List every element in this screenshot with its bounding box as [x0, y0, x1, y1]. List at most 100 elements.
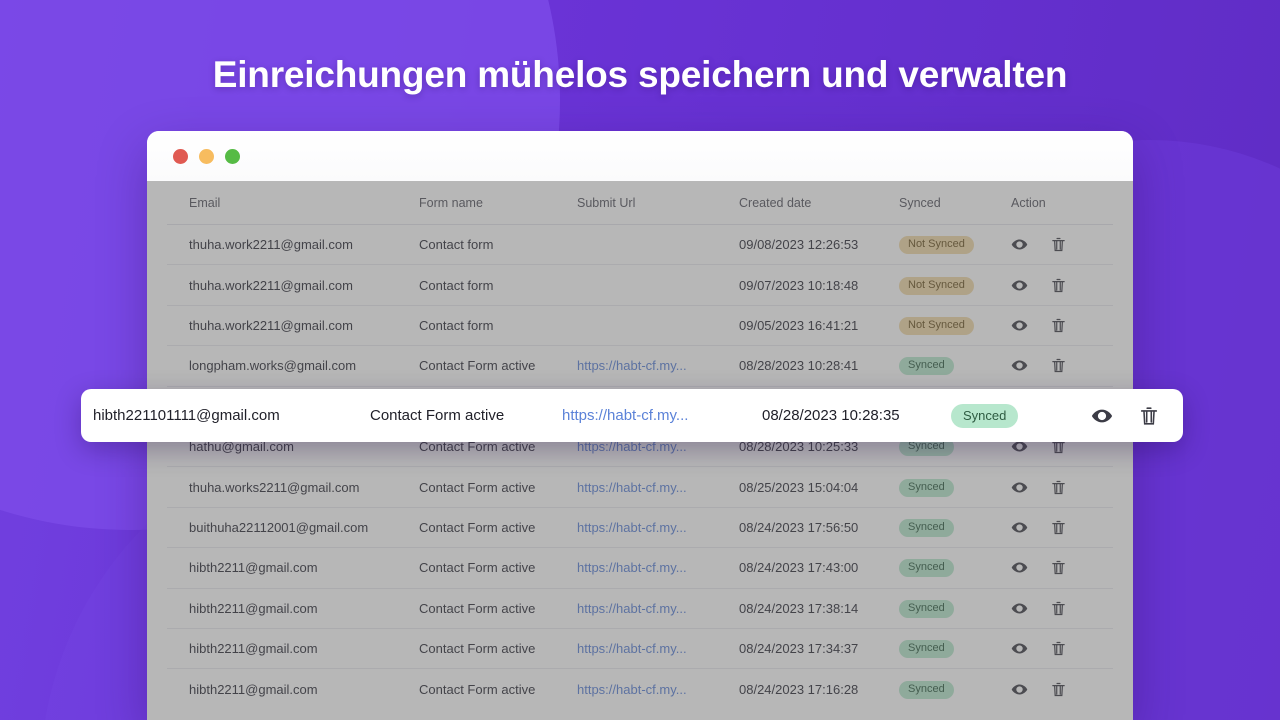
eye-icon[interactable] [1011, 600, 1028, 617]
row-submit-url[interactable]: https://habt-cf.my... [577, 358, 739, 373]
row-form-name: Contact form [419, 237, 494, 253]
row-sync-status: Synced [899, 356, 1011, 376]
row-sync-status: Not Synced [899, 316, 1011, 335]
row-sync-status: Synced [899, 518, 1011, 537]
column-header-submit-url: Submit Url [577, 195, 636, 210]
highlighted-row-form-name: Contact Form active [370, 407, 505, 424]
row-submit-url[interactable]: https://habt-cf.my... [577, 601, 739, 616]
row-form-name: Contact Form active [419, 641, 536, 657]
row-form-name: Contact Form active [419, 479, 536, 495]
maximize-window-dot[interactable] [225, 148, 240, 164]
table-row[interactable]: hibth2211@gmail.com Contact Form active ht… [167, 548, 1113, 589]
row-submit-url[interactable]: https://habt-cf.my... [577, 520, 739, 535]
status-badge: Synced [951, 403, 1019, 428]
row-email: hibth2211@gmail.com [189, 600, 318, 616]
close-window-dot[interactable] [173, 148, 188, 164]
status-badge: Synced [899, 478, 954, 497]
row-actions [1011, 640, 1111, 657]
table-row[interactable]: thuha.works2211@gmail.com Contact Form ac… [167, 467, 1113, 508]
eye-icon[interactable] [1011, 640, 1028, 657]
highlighted-row-submit-url[interactable]: https://habt-cf.my... [562, 407, 762, 424]
row-form-name: Contact form [419, 317, 494, 333]
row-email: buithuha22112001@gmail.com [189, 519, 369, 535]
row-email: hibth2211@gmail.com [189, 560, 318, 576]
trash-icon[interactable] [1050, 519, 1067, 536]
eye-icon[interactable] [1091, 405, 1113, 427]
eye-icon[interactable] [1011, 519, 1028, 536]
row-email: hibth2211@gmail.com [189, 681, 318, 697]
trash-icon[interactable] [1050, 317, 1067, 334]
trash-icon[interactable] [1050, 640, 1067, 657]
row-actions [1011, 277, 1111, 294]
row-form-name: Contact Form active [419, 358, 536, 374]
row-form-name: Contact Form active [419, 560, 536, 576]
trash-icon[interactable] [1138, 405, 1160, 427]
row-submit-url[interactable]: https://habt-cf.my... [577, 682, 739, 697]
trash-icon[interactable] [1050, 277, 1067, 294]
row-sync-status: Not Synced [899, 276, 1011, 295]
eye-icon[interactable] [1011, 236, 1028, 253]
column-header-synced: Synced [899, 195, 941, 210]
eye-icon[interactable] [1011, 559, 1028, 576]
eye-icon[interactable] [1011, 479, 1028, 496]
status-badge: Not Synced [899, 276, 974, 295]
row-form-name: Contact Form active [419, 681, 536, 697]
row-created-date: 08/28/2023 10:28:41 [739, 358, 859, 374]
status-badge: Synced [899, 559, 954, 578]
minimize-window-dot[interactable] [199, 148, 214, 164]
table-row[interactable]: hibth2211@gmail.com Contact Form active ht… [167, 589, 1113, 629]
row-actions [1011, 519, 1111, 536]
row-submit-url[interactable]: https://habt-cf.my... [577, 560, 739, 575]
trash-icon[interactable] [1050, 236, 1067, 253]
row-sync-status: Synced [899, 680, 1011, 699]
eye-icon[interactable] [1011, 681, 1028, 698]
status-badge: Synced [899, 518, 954, 537]
table-row[interactable]: hibth2211@gmail.com Contact Form active ht… [167, 669, 1113, 709]
trash-icon[interactable] [1050, 559, 1067, 576]
row-submit-url[interactable]: https://habt-cf.my... [577, 480, 739, 495]
trash-icon[interactable] [1050, 479, 1067, 496]
table-row[interactable]: longpham.works@gmail.com Contact Form act… [167, 346, 1113, 387]
row-sync-status: Synced [899, 639, 1011, 659]
row-form-name: Contact Form active [419, 519, 536, 535]
window-titlebar [147, 131, 1133, 181]
table-row[interactable]: hibth2211@gmail.com Contact Form active ht… [167, 629, 1113, 670]
row-sync-status: Synced [899, 558, 1011, 578]
status-badge: Synced [899, 640, 954, 659]
highlighted-table-row[interactable]: hibth221101111@gmail.com Contact Form ac… [81, 389, 1183, 442]
trash-icon[interactable] [1050, 600, 1067, 617]
row-actions [1011, 559, 1111, 576]
trash-icon[interactable] [1050, 357, 1067, 374]
row-email: thuha.works2211@gmail.com [189, 479, 360, 495]
row-created-date: 08/24/2023 17:38:14 [739, 600, 859, 616]
column-header-form-name: Form name [419, 195, 483, 210]
row-created-date: 08/24/2023 17:34:37 [739, 641, 859, 657]
row-actions [1011, 357, 1111, 374]
row-sync-status: Synced [899, 599, 1011, 618]
row-submit-url[interactable]: https://habt-cf.my... [577, 641, 739, 656]
row-created-date: 08/25/2023 15:04:04 [739, 479, 859, 495]
table-row[interactable]: buithuha22112001@gmail.com Contact Form a… [167, 508, 1113, 549]
column-header-email: Email [189, 195, 221, 210]
eye-icon[interactable] [1011, 277, 1028, 294]
column-header-created-date: Created date [739, 195, 812, 210]
trash-icon[interactable] [1050, 681, 1067, 698]
row-created-date: 09/08/2023 12:26:53 [739, 237, 859, 253]
row-actions [1011, 600, 1111, 617]
table-row[interactable]: thuha.work2211@gmail.com Contact form 09/0… [167, 306, 1113, 347]
eye-icon[interactable] [1011, 357, 1028, 374]
row-actions [1011, 317, 1111, 334]
row-actions [1011, 681, 1111, 698]
row-created-date: 08/24/2023 17:56:50 [739, 519, 859, 535]
row-email: thuha.work2211@gmail.com [189, 277, 353, 293]
row-created-date: 08/24/2023 17:43:00 [739, 560, 859, 576]
table-row[interactable]: thuha.work2211@gmail.com Contact form 09/0… [167, 225, 1113, 266]
row-form-name: Contact Form active [419, 600, 536, 616]
table-row[interactable]: thuha.work2211@gmail.com Contact form 09/0… [167, 265, 1113, 306]
row-actions [1011, 236, 1111, 253]
row-form-name: Contact form [419, 277, 494, 293]
status-badge: Not Synced [899, 236, 974, 255]
eye-icon[interactable] [1011, 317, 1028, 334]
highlighted-row-sync-status: Synced [951, 403, 1091, 428]
row-email: thuha.work2211@gmail.com [189, 237, 353, 253]
